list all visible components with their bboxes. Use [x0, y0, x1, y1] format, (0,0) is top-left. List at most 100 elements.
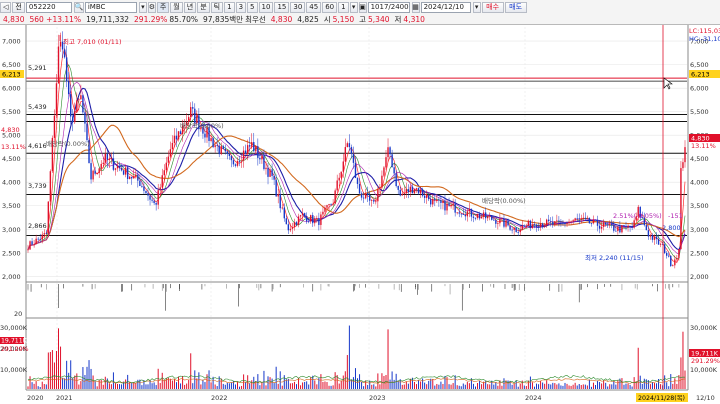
- candle-body: [350, 147, 353, 154]
- interval-30[interactable]: 30: [290, 1, 306, 13]
- candle-body: [552, 221, 554, 225]
- chevron-down-icon[interactable]: ▾: [138, 1, 147, 13]
- candle-body: [190, 107, 192, 118]
- interval-15[interactable]: 15: [274, 1, 290, 13]
- period-tab-year[interactable]: 년: [183, 1, 197, 13]
- settings-icon[interactable]: ⚙: [147, 1, 156, 13]
- candle-body: [63, 49, 66, 58]
- candle-body: [574, 218, 576, 221]
- candle-body: [249, 145, 251, 147]
- calendar-icon[interactable]: ▦: [411, 1, 420, 13]
- interval-1[interactable]: 1: [224, 1, 235, 13]
- candle-body: [53, 115, 56, 138]
- interval-5[interactable]: 5: [247, 1, 258, 13]
- candle-body: [501, 218, 503, 220]
- candle-body: [381, 175, 383, 188]
- candle-body: [545, 219, 548, 226]
- candle-body: [415, 188, 418, 190]
- candle-body: [629, 225, 631, 228]
- buy-button[interactable]: 매수: [481, 1, 504, 13]
- candle-body: [448, 203, 450, 206]
- candle-body: [653, 236, 656, 240]
- turnover-ratio: 85.70%: [169, 14, 199, 24]
- candle-body: [684, 147, 686, 163]
- candle-body: [342, 161, 344, 172]
- stock-chart[interactable]: 7,000 7,0006,500 6,5006,000 6,0005,500 5,500…: [0, 25, 720, 404]
- interval-10[interactable]: 10: [258, 1, 274, 13]
- period-tab-month[interactable]: 월: [170, 1, 183, 13]
- dividend-note-2024: 배당락(0.00%): [482, 196, 526, 205]
- candle-body: [444, 200, 446, 211]
- period-tab-minute[interactable]: 분: [197, 1, 210, 13]
- candle-body: [482, 212, 485, 217]
- candle-body: [631, 227, 633, 228]
- candle-body: [674, 259, 676, 266]
- candle-body: [310, 215, 312, 222]
- candle-body: [100, 163, 102, 169]
- date-picker-icon[interactable]: ▾: [472, 1, 481, 13]
- candle-body: [617, 226, 619, 232]
- vol-tick-10000k-right: 10,000K: [690, 366, 718, 374]
- candle-body: [566, 223, 568, 225]
- interval-45[interactable]: 45: [306, 1, 322, 13]
- candle-body: [391, 154, 393, 168]
- candle-body: [503, 218, 505, 227]
- sell-button[interactable]: 매도: [504, 1, 527, 13]
- candle-body: [539, 223, 542, 227]
- candle-body: [371, 200, 373, 201]
- prev-arrow-icon[interactable]: ◁: [0, 1, 12, 13]
- candle-body: [436, 199, 438, 201]
- interval-60[interactable]: 60: [322, 1, 338, 13]
- candle-body: [682, 162, 684, 169]
- period-tab-tick[interactable]: 틱: [210, 1, 224, 13]
- fullscreen-icon[interactable]: ▣: [358, 1, 367, 13]
- candle-body: [120, 168, 123, 171]
- candle-body: [177, 131, 180, 140]
- previous-button[interactable]: 전: [12, 1, 25, 13]
- candle-body: [356, 178, 359, 184]
- y-tick-right: 2,500: [690, 249, 709, 257]
- candle-body: [364, 193, 367, 199]
- candle-body: [326, 205, 328, 208]
- candle-body: [242, 150, 245, 161]
- candle-body: [531, 224, 534, 229]
- stock-name-field[interactable]: iMBC: [84, 1, 137, 13]
- candle-body: [554, 221, 556, 225]
- candle-body: [564, 222, 566, 225]
- candle-body: [533, 224, 536, 226]
- candle-body: [82, 95, 84, 113]
- candle-body: [525, 225, 528, 227]
- candle-body: [442, 200, 444, 204]
- candle-body: [251, 142, 253, 147]
- period-tab-week[interactable]: 주: [156, 1, 170, 13]
- candle-body: [246, 145, 249, 154]
- date-field[interactable]: 2024/12/10: [420, 1, 471, 13]
- candle-body: [70, 94, 72, 117]
- stock-code-input[interactable]: 052220: [25, 1, 72, 13]
- y-tick-right: 4,500: [690, 155, 709, 163]
- level-label-5291: 5,291: [28, 64, 47, 72]
- candle-body: [67, 81, 70, 95]
- candle-body: [163, 170, 165, 176]
- candle-body: [265, 167, 267, 170]
- candle-body: [271, 169, 273, 176]
- candle-body: [277, 194, 279, 197]
- candle-body: [299, 215, 302, 217]
- candle-body: [680, 168, 682, 250]
- candle-body: [316, 218, 318, 220]
- candle-body: [110, 158, 113, 160]
- interval-3[interactable]: 3: [235, 1, 247, 13]
- dropdown-icon[interactable]: ▾: [349, 1, 358, 13]
- data-count-field[interactable]: 1017/2400: [367, 1, 410, 13]
- candle-body: [590, 223, 593, 225]
- y-tick-left: 4,000: [2, 179, 21, 187]
- candle-body: [175, 135, 178, 140]
- candle-body: [145, 190, 147, 194]
- x-label-2023: 2023: [369, 394, 386, 402]
- candle-body: [80, 95, 82, 100]
- search-icon[interactable]: 🔍: [73, 1, 84, 13]
- indicator-tick: 20: [14, 310, 22, 318]
- interval-custom[interactable]: 1: [338, 1, 349, 13]
- candle-body: [550, 221, 552, 222]
- current-price-left: 4,830: [1, 126, 20, 134]
